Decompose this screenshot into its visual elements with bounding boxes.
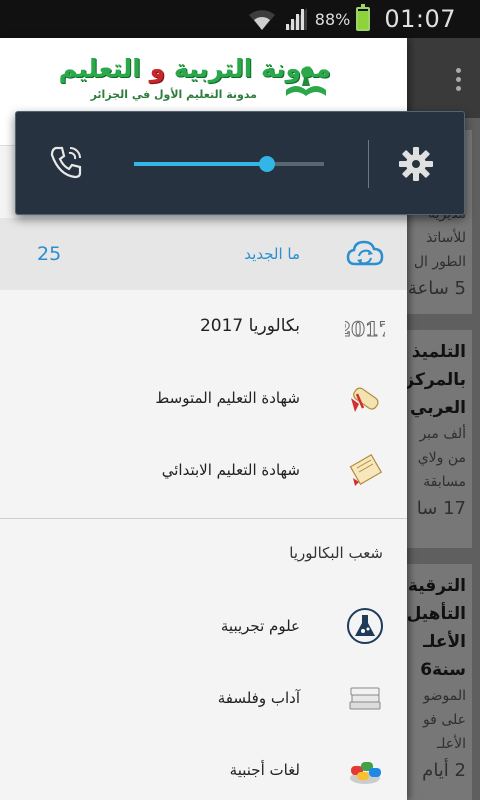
status-bar: 88% 01:07 [0, 0, 480, 38]
card-title: بالمركز [404, 370, 466, 390]
section-header: شعب البكالوريا [289, 544, 383, 562]
card-title: التلميذ [411, 342, 466, 362]
menu-item-primary-certificate[interactable]: شهادة التعليم الابتدائي [0, 434, 407, 506]
menu-item-literature-philosophy[interactable]: آداب وفلسفة [0, 662, 407, 734]
volume-slider[interactable] [134, 156, 324, 172]
card-title: التأهيل [406, 604, 466, 624]
battery-percent: 88% [314, 9, 351, 29]
menu-item-label: شهادة التعليم الابتدائي [161, 461, 300, 479]
card-time: 5 ساعة [407, 278, 466, 299]
menu-item-label: آداب وفلسفة [217, 689, 300, 707]
gear-icon[interactable] [396, 144, 436, 184]
volume-slider-thumb[interactable] [259, 156, 275, 172]
new-items-count: 25 [37, 243, 62, 265]
signal-icon [284, 8, 307, 30]
card-title: الترقية [407, 576, 466, 596]
card-time: 2 أيام [422, 760, 466, 781]
menu-item-label: ما الجديد [244, 245, 300, 263]
card-title: الأعلـ [423, 632, 466, 652]
menu-item-bem[interactable]: شهادة التعليم المتوسط [0, 362, 407, 434]
menu-item-whats-new[interactable]: ما الجديد 25 [0, 218, 407, 290]
menu-item-experimental-sciences[interactable]: علوم تجريبية [0, 590, 407, 662]
section-divider [0, 518, 407, 519]
battery-level-fill [358, 11, 369, 29]
battery-icon [356, 4, 371, 31]
scroll-icon [349, 454, 383, 486]
diploma-scroll-icon [351, 387, 379, 412]
card-desc: مسابقة [423, 474, 466, 490]
books-icon [349, 687, 381, 710]
volume-panel-divider [368, 140, 369, 188]
clock: 01:07 [384, 5, 456, 33]
languages-icon [350, 762, 381, 784]
open-book-icon [286, 67, 326, 96]
science-flask-icon [347, 608, 383, 644]
card-desc: الموضو [423, 688, 466, 704]
overflow-menu-icon[interactable] [456, 68, 462, 94]
menu-item-label: بكالوريا 2017 [199, 316, 300, 336]
call-volume-icon [50, 146, 82, 179]
background-card[interactable]: التلميذ بالمركز العربي ألف مبر من ولاي م… [400, 330, 472, 548]
svg-text:2017: 2017 [345, 317, 385, 341]
card-desc: للأساتذ [426, 230, 466, 246]
year-2017-icon: 2017 [345, 317, 385, 342]
card-desc: من ولاي [417, 450, 466, 466]
card-desc: على فو [422, 712, 466, 728]
card-desc: ألف مبر [419, 426, 466, 442]
card-desc: الأعلـ [437, 736, 466, 752]
card-title: العربي [410, 398, 466, 418]
card-time: 17 سا [416, 498, 466, 519]
menu-item-foreign-languages[interactable]: لغات أجنبية [0, 734, 407, 800]
background-card[interactable]: الترقية التأهيل الأعلـ سنة6 الموضو على ف… [400, 564, 472, 800]
menu-item-label: علوم تجريبية [220, 617, 300, 635]
menu-item-label: شهادة التعليم المتوسط [155, 389, 300, 407]
volume-slider-fill [134, 162, 267, 166]
cloud-sync-icon [346, 240, 384, 266]
volume-panel [15, 111, 465, 215]
logo-subtitle: مدونة التعليم الأول في الجزائر [90, 88, 257, 101]
card-title: سنة6 [420, 660, 466, 680]
menu-item-label: لغات أجنبية [229, 761, 300, 779]
wifi-icon [248, 10, 275, 30]
menu-item-bac-2017[interactable]: 2017 بكالوريا 2017 [0, 290, 407, 362]
card-desc: الطور ال [413, 254, 466, 270]
